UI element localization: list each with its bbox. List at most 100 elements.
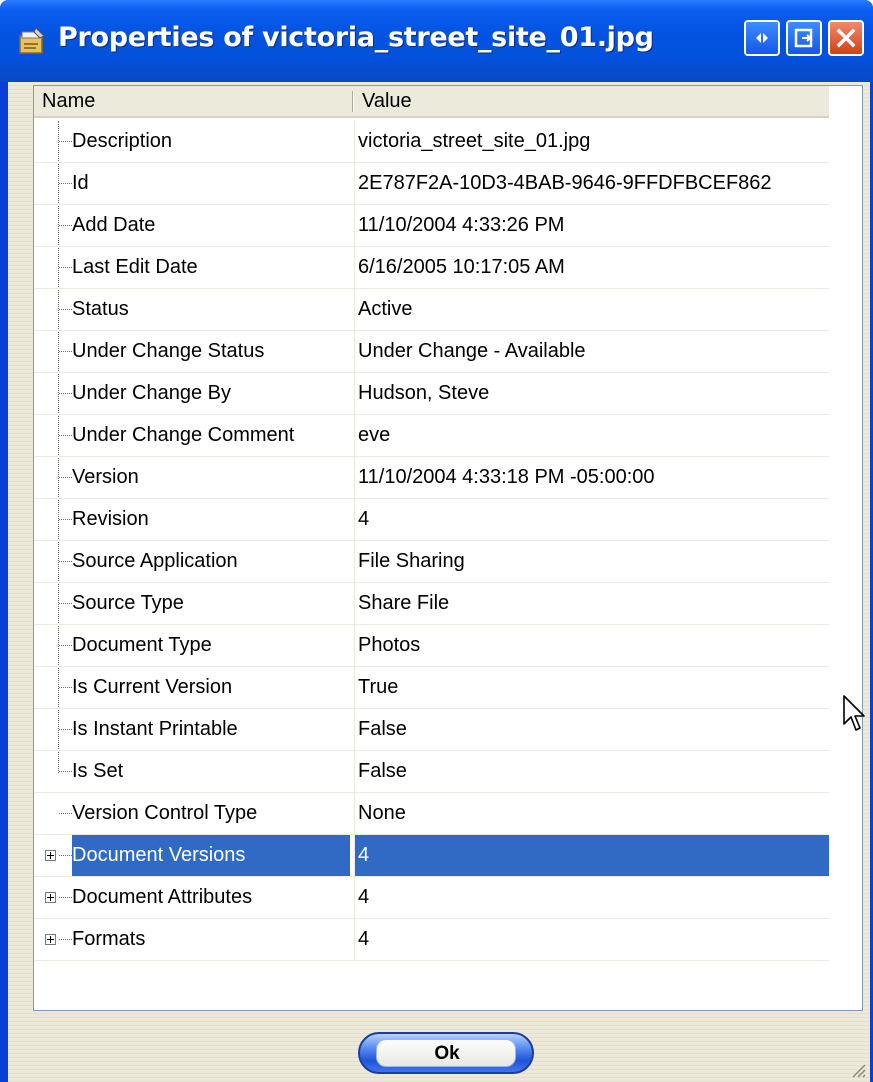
restore-arrows-icon — [756, 33, 768, 43]
grid-header: Name Value — [34, 86, 829, 118]
property-name: Source Application — [72, 550, 238, 572]
maximize-button[interactable] — [786, 20, 822, 56]
table-row[interactable]: Description victoria_street_site_01.jpg — [34, 121, 829, 163]
properties-dialog: Properties of victoria_street_site_01.jp… — [0, 0, 873, 1082]
ok-button-label: Ok — [434, 1043, 460, 1064]
expand-plus-icon[interactable] — [45, 934, 56, 945]
property-value: Share File — [354, 583, 829, 624]
property-value: Active — [354, 289, 829, 330]
title-bar[interactable]: Properties of victoria_street_site_01.jp… — [0, 0, 873, 82]
properties-icon — [19, 27, 45, 54]
property-name: Description — [72, 130, 173, 152]
close-button[interactable] — [828, 20, 864, 56]
property-value: False — [354, 751, 829, 792]
property-name: Document Type — [72, 634, 212, 656]
tree-branch — [59, 477, 72, 478]
property-value: victoria_street_site_01.jpg — [354, 121, 829, 162]
property-name: Document Attributes — [72, 886, 253, 908]
tree-branch — [59, 687, 72, 688]
property-value: 4 — [354, 499, 829, 540]
table-row[interactable]: Id 2E787F2A-10D3-4BAB-9646-9FFDFBCEF862 — [34, 163, 829, 205]
window-title: Properties of victoria_street_site_01.jp… — [58, 22, 654, 53]
column-separator[interactable] — [352, 91, 353, 112]
tree-branch — [59, 435, 72, 436]
table-row[interactable]: Document Type Photos — [34, 625, 829, 667]
tree-branch — [59, 813, 72, 814]
tree-branch — [59, 939, 72, 940]
tree-branch — [59, 855, 72, 856]
table-row[interactable]: Source Application File Sharing — [34, 541, 829, 583]
tree-branch — [59, 183, 72, 184]
table-row[interactable]: Revision 4 — [34, 499, 829, 541]
property-name: Is Current Version — [72, 676, 233, 698]
table-row[interactable]: Add Date 11/10/2004 4:33:26 PM — [34, 205, 829, 247]
property-name: Formats — [72, 928, 146, 950]
table-row[interactable]: Under Change Comment eve — [34, 415, 829, 457]
column-header-name[interactable]: Name — [42, 86, 95, 116]
property-value: Photos — [354, 625, 829, 666]
expand-plus-icon[interactable] — [45, 850, 56, 861]
resize-grip-icon[interactable] — [848, 1060, 866, 1078]
property-value: 4 — [354, 919, 829, 960]
maximize-icon — [794, 28, 813, 48]
property-value: 11/10/2004 4:33:26 PM — [354, 205, 829, 246]
table-row[interactable]: Document Attributes 4 — [34, 877, 829, 919]
table-row[interactable]: Is Instant Printable False — [34, 709, 829, 751]
tree-branch — [59, 645, 72, 646]
table-row[interactable]: Source Type Share File — [34, 583, 829, 625]
mouse-pointer-icon — [843, 695, 865, 731]
property-value: eve — [354, 415, 829, 456]
table-row[interactable]: Is Set False — [34, 751, 829, 793]
ok-button-face: Ok — [376, 1039, 516, 1067]
column-header-value[interactable]: Value — [362, 86, 412, 116]
tree-branch — [59, 267, 72, 268]
property-value: Under Change - Available — [354, 331, 829, 372]
tree-branch — [59, 393, 72, 394]
property-name: Version — [72, 466, 139, 488]
property-name: Is Set — [72, 760, 124, 782]
property-value: None — [354, 793, 829, 834]
property-name: Id — [72, 172, 89, 194]
property-value: 4 — [354, 877, 829, 918]
tree-branch — [59, 897, 72, 898]
close-icon — [836, 28, 856, 48]
property-name: Under Change Comment — [72, 424, 295, 446]
property-name: Source Type — [72, 592, 184, 614]
property-value: False — [354, 709, 829, 750]
property-grid[interactable]: Name Value Description victoria_street_s… — [33, 85, 863, 1011]
property-value: 6/16/2005 10:17:05 AM — [354, 247, 829, 288]
table-row[interactable]: Version 11/10/2004 4:33:18 PM -05:00:00 — [34, 457, 829, 499]
table-row[interactable]: Is Current Version True — [34, 667, 829, 709]
table-row-selected[interactable]: Document Versions 4 — [34, 835, 829, 877]
property-name: Is Instant Printable — [72, 718, 238, 740]
property-name: Version Control Type — [72, 802, 258, 824]
table-row[interactable]: Under Change By Hudson, Steve — [34, 373, 829, 415]
tree-branch — [59, 141, 72, 142]
grid-rows: Description victoria_street_site_01.jpg … — [34, 121, 829, 961]
tree-branch — [59, 309, 72, 310]
tree-branch — [59, 561, 72, 562]
table-row[interactable]: Last Edit Date 6/16/2005 10:17:05 AM — [34, 247, 829, 289]
table-row[interactable]: Formats 4 — [34, 919, 829, 961]
table-row[interactable]: Version Control Type None — [34, 793, 829, 835]
property-name: Add Date — [72, 214, 156, 236]
tree-branch — [59, 351, 72, 352]
restore-button[interactable] — [744, 20, 780, 56]
dialog-client-area: Name Value Description victoria_street_s… — [8, 82, 870, 1082]
tree-branch — [59, 519, 72, 520]
property-name: Under Change By — [72, 382, 231, 404]
property-value: 11/10/2004 4:33:18 PM -05:00:00 — [354, 457, 829, 498]
tree-branch — [59, 603, 72, 604]
tree-branch — [59, 729, 72, 730]
property-value: 4 — [354, 835, 829, 876]
table-row[interactable]: Status Active — [34, 289, 829, 331]
property-name: Document Versions — [72, 835, 350, 876]
property-name: Last Edit Date — [72, 256, 198, 278]
expand-plus-icon[interactable] — [45, 892, 56, 903]
ok-button[interactable]: Ok — [358, 1032, 534, 1074]
property-name: Revision — [72, 508, 149, 530]
property-value: True — [354, 667, 829, 708]
tree-branch — [59, 771, 72, 772]
property-value: Hudson, Steve — [354, 373, 829, 414]
table-row[interactable]: Under Change Status Under Change - Avail… — [34, 331, 829, 373]
